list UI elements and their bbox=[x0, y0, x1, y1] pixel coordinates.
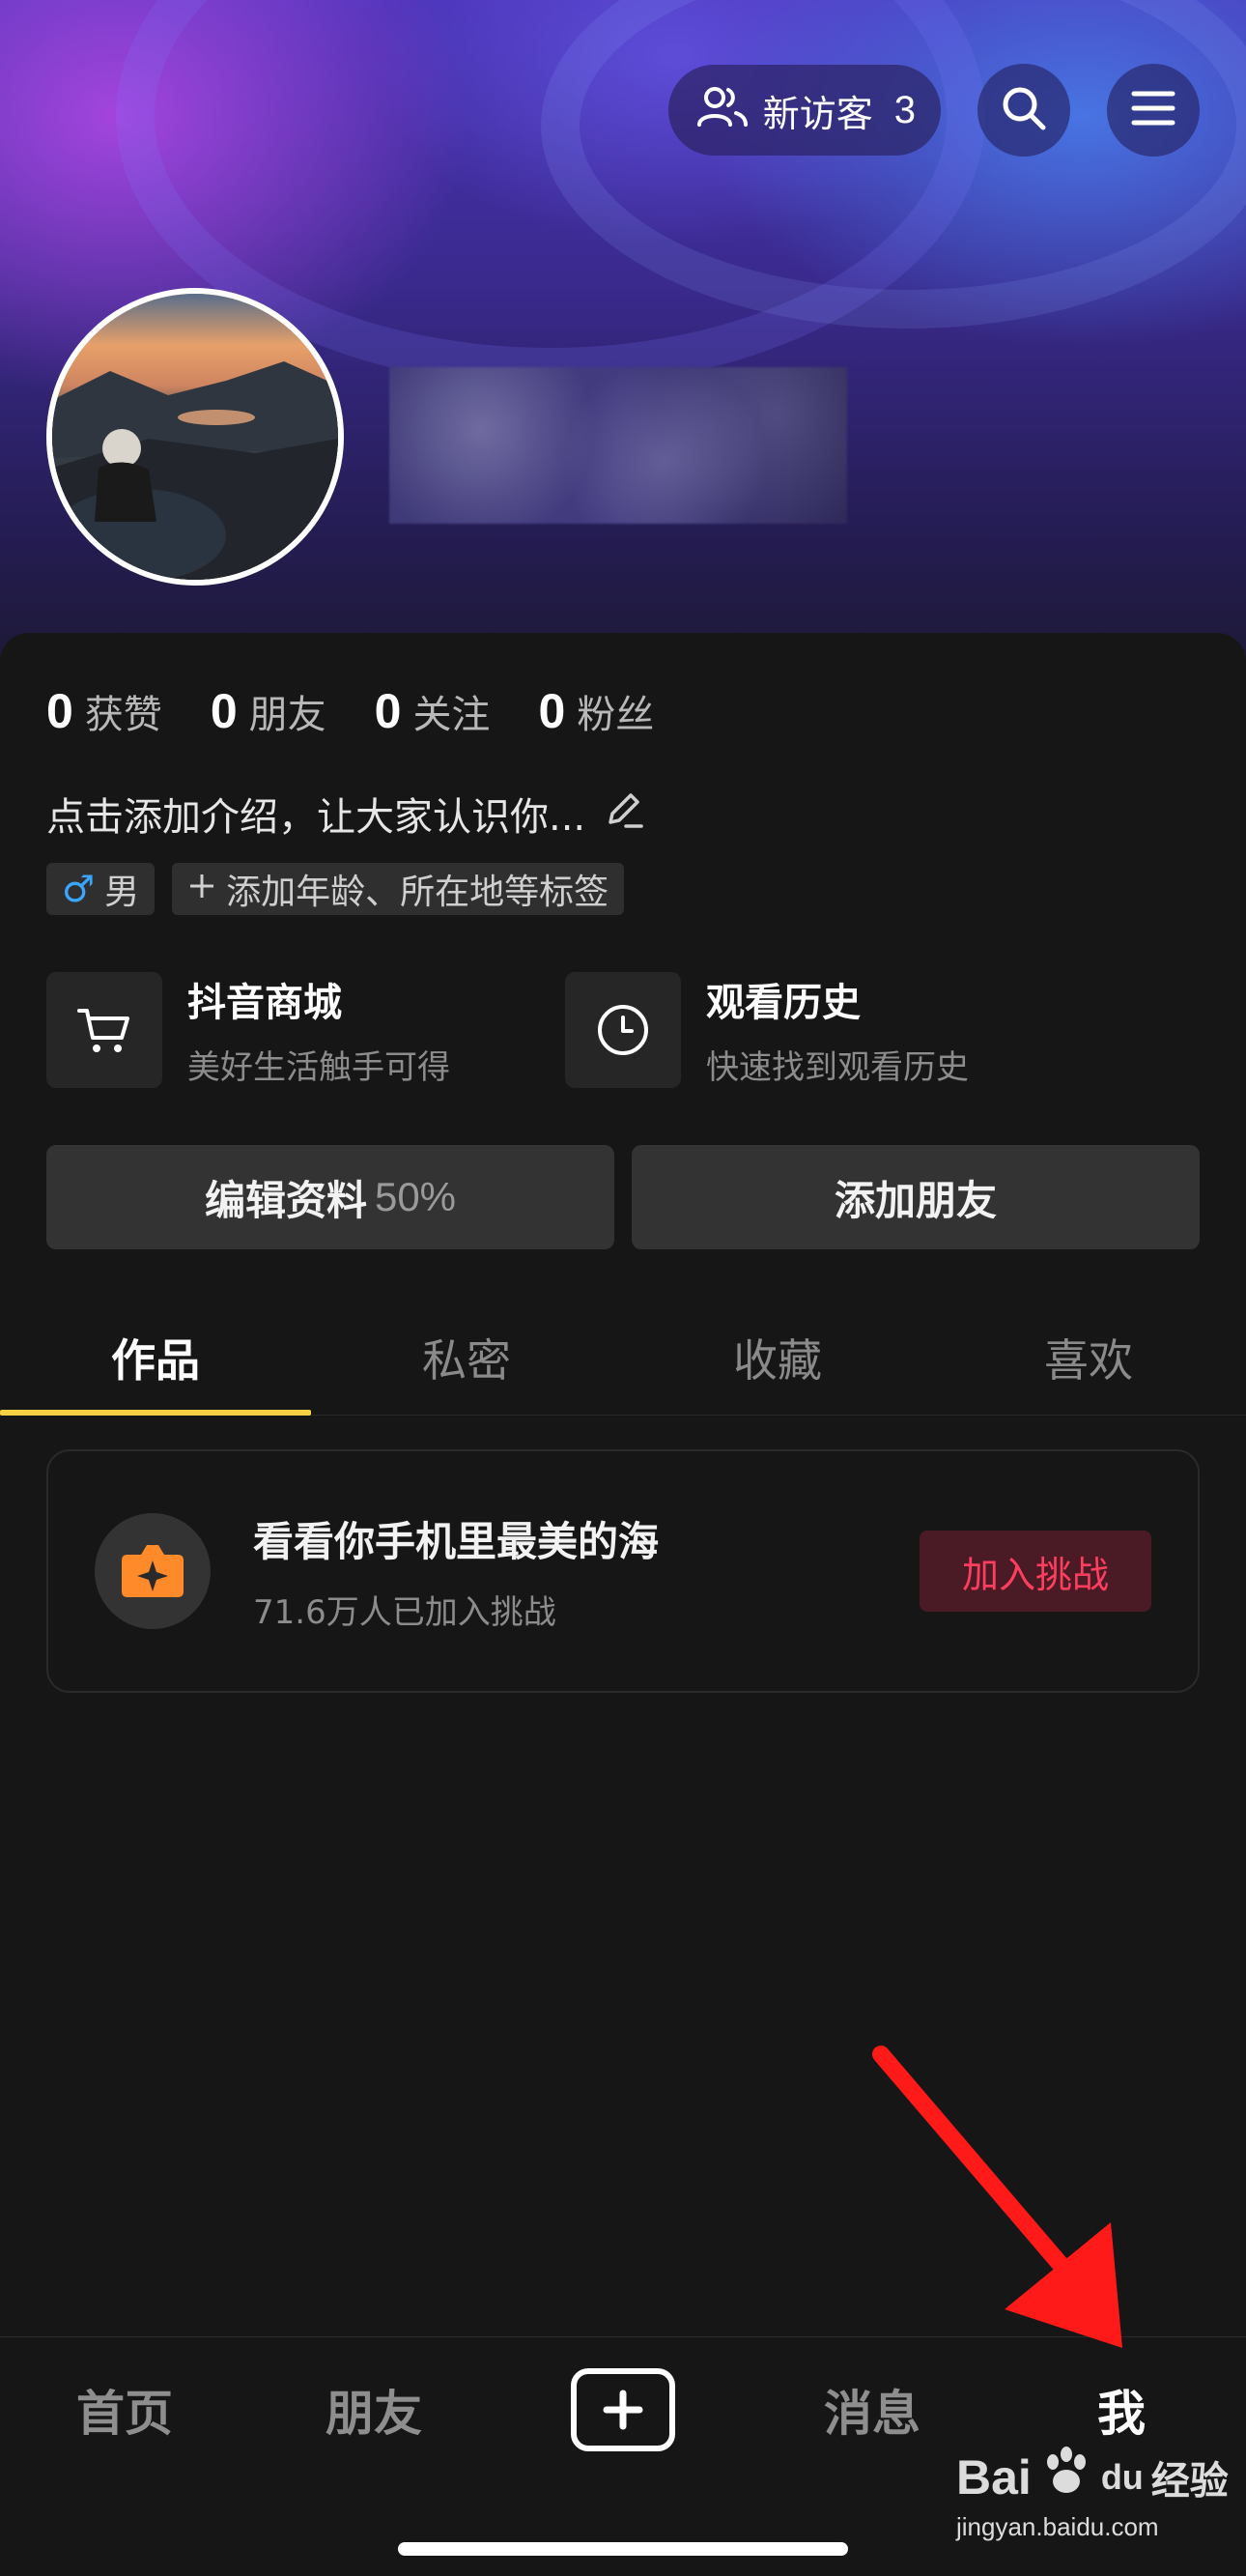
challenge-participants: 71.6万人已加入挑战 bbox=[253, 1593, 556, 1632]
stats-row: 0 获赞 0 朋友 0 关注 0 粉丝 bbox=[46, 683, 654, 739]
challenge-title: 看看你手机里最美的海 bbox=[253, 1518, 660, 1565]
shortcut-history[interactable]: 观看历史 快速找到观看历史 bbox=[565, 971, 1084, 1088]
new-visitors-button[interactable]: 新访客 3 bbox=[667, 65, 941, 156]
shortcut-mall[interactable]: 抖音商城 美好生活触手可得 bbox=[46, 971, 565, 1088]
profile-tags: ♂ 男 添加年龄、所在地等标签 bbox=[46, 863, 625, 915]
bio-placeholder: 点击添加介绍，让大家认识你... bbox=[46, 795, 586, 840]
shortcut-subtitle: 快速找到观看历史 bbox=[706, 1048, 969, 1087]
camera-sparkle-icon bbox=[95, 1513, 211, 1629]
watermark-brand-a: Bai bbox=[956, 2450, 1032, 2504]
male-icon: ♂ bbox=[62, 868, 96, 910]
menu-icon bbox=[1131, 89, 1175, 131]
shortcuts-row: 抖音商城 美好生活触手可得 观看历史 快速找到观看历史 bbox=[46, 971, 1084, 1088]
nav-create[interactable] bbox=[498, 2368, 748, 2451]
profile-completion: 50% bbox=[374, 1174, 457, 1219]
watermark-url: jingyan.baidu.com bbox=[956, 2512, 1159, 2541]
avatar[interactable] bbox=[46, 288, 344, 586]
shortcut-subtitle: 美好生活触手可得 bbox=[187, 1048, 450, 1087]
nav-me[interactable]: 我 bbox=[997, 2375, 1246, 2445]
stat-number: 0 bbox=[210, 684, 238, 738]
nav-home[interactable]: 首页 bbox=[0, 2375, 249, 2445]
create-plus-icon bbox=[571, 2368, 675, 2451]
search-icon bbox=[1000, 84, 1048, 136]
username-mosaic bbox=[389, 367, 847, 524]
baidu-jingyan-watermark: Bai du 经验 jingyan.baidu.com bbox=[956, 2445, 1229, 2542]
plus-icon bbox=[187, 870, 216, 909]
nav-messages[interactable]: 消息 bbox=[748, 2375, 997, 2445]
add-tags-button[interactable]: 添加年龄、所在地等标签 bbox=[172, 863, 625, 915]
stat-label: 粉丝 bbox=[577, 693, 655, 737]
content-tabs: 作品 私密 收藏 喜欢 bbox=[0, 1300, 1246, 1416]
add-friend-label: 添加朋友 bbox=[834, 1176, 997, 1224]
stat-number: 0 bbox=[46, 684, 73, 738]
stat-friends[interactable]: 0 朋友 bbox=[211, 683, 326, 739]
bio-edit[interactable]: 点击添加介绍，让大家认识你... bbox=[46, 786, 645, 842]
stat-label: 关注 bbox=[412, 693, 491, 737]
gender-tag[interactable]: ♂ 男 bbox=[46, 863, 156, 915]
tab-favorites[interactable]: 收藏 bbox=[622, 1300, 933, 1415]
avatar-photo bbox=[52, 294, 338, 580]
visitor-label: 新访客 bbox=[762, 92, 873, 135]
gender-label: 男 bbox=[104, 873, 140, 912]
pencil-icon bbox=[603, 787, 645, 840]
challenge-card[interactable]: 看看你手机里最美的海 71.6万人已加入挑战 加入挑战 bbox=[46, 1449, 1200, 1693]
shortcut-title: 观看历史 bbox=[706, 981, 861, 1025]
clock-icon bbox=[565, 971, 681, 1088]
paw-icon bbox=[1039, 2445, 1093, 2510]
stat-following[interactable]: 0 关注 bbox=[375, 683, 491, 739]
stat-label: 获赞 bbox=[84, 693, 162, 737]
stat-number: 0 bbox=[538, 684, 566, 738]
menu-button[interactable] bbox=[1107, 64, 1200, 157]
header-actions: 新访客 3 bbox=[667, 64, 1200, 157]
add-tags-label: 添加年龄、所在地等标签 bbox=[226, 873, 609, 912]
stat-number: 0 bbox=[374, 684, 402, 738]
home-indicator bbox=[398, 2542, 848, 2556]
stat-fans[interactable]: 0 粉丝 bbox=[538, 683, 654, 739]
visitor-count: 3 bbox=[893, 88, 916, 131]
tab-likes[interactable]: 喜欢 bbox=[933, 1300, 1244, 1415]
nav-friends[interactable]: 朋友 bbox=[249, 2375, 498, 2445]
tab-private[interactable]: 私密 bbox=[311, 1300, 622, 1415]
edit-profile-button[interactable]: 编辑资料 50% bbox=[46, 1145, 614, 1249]
search-button[interactable] bbox=[977, 64, 1070, 157]
edit-profile-label: 编辑资料 bbox=[204, 1176, 367, 1224]
stat-label: 朋友 bbox=[248, 693, 326, 737]
watermark-brand-c: 经验 bbox=[1150, 2459, 1229, 2504]
watermark-brand-b: du bbox=[1100, 2457, 1144, 2497]
cart-icon bbox=[46, 971, 162, 1088]
visitors-icon bbox=[695, 84, 750, 137]
tab-works[interactable]: 作品 bbox=[0, 1300, 311, 1416]
stat-likes[interactable]: 0 获赞 bbox=[46, 683, 162, 739]
join-challenge-button[interactable]: 加入挑战 bbox=[920, 1531, 1151, 1612]
shortcut-title: 抖音商城 bbox=[187, 981, 342, 1025]
add-friend-button[interactable]: 添加朋友 bbox=[632, 1145, 1200, 1249]
profile-card: 0 获赞 0 朋友 0 关注 0 粉丝 点击添加介绍，让大家认识你... ♂ 男 bbox=[0, 633, 1246, 2338]
profile-actions: 编辑资料 50% 添加朋友 bbox=[46, 1145, 1200, 1249]
